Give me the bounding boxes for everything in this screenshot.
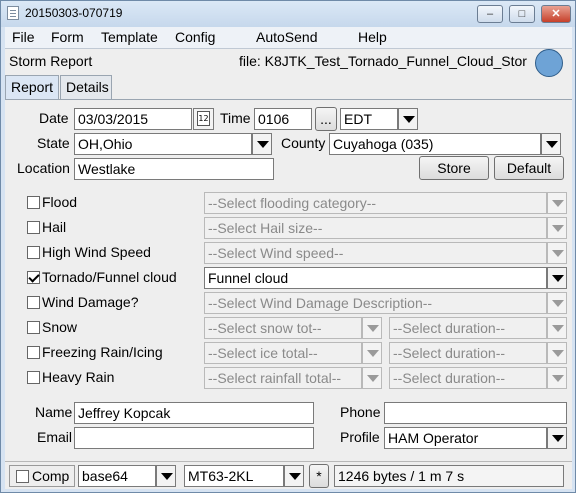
- heavy-rain-checkbox[interactable]: [27, 371, 40, 384]
- flood-checkbox[interactable]: [27, 196, 40, 209]
- app-window: 20150303-070719 – □ ✕ File Form Template…: [0, 0, 576, 493]
- rainfall-total-dropdown-arrow[interactable]: [362, 367, 382, 389]
- heavy-rain-label: Heavy Rain: [42, 369, 115, 385]
- tornado-type-select[interactable]: Funnel cloud: [204, 267, 547, 289]
- maximize-button[interactable]: □: [509, 5, 535, 23]
- menu-template[interactable]: Template: [101, 29, 158, 45]
- encoding-dropdown-arrow[interactable]: [156, 465, 176, 487]
- close-button[interactable]: ✕: [541, 5, 571, 23]
- flood-label: Flood: [42, 194, 78, 210]
- time-picker-button[interactable]: ...: [315, 107, 337, 131]
- flood-dropdown-arrow[interactable]: [547, 192, 567, 214]
- wind-damage-checkbox[interactable]: [27, 296, 40, 309]
- snow-total-select[interactable]: --Select snow tot--: [204, 317, 362, 339]
- email-field[interactable]: [74, 427, 314, 449]
- state-select[interactable]: OH,Ohio: [74, 133, 252, 155]
- menu-config[interactable]: Config: [175, 29, 215, 45]
- snow-duration-select[interactable]: --Select duration--: [389, 317, 547, 339]
- flood-category-select[interactable]: --Select flooding category--: [204, 192, 547, 214]
- file-name-label: file: K8JTK_Test_Tornado_Funnel_Cloud_St…: [239, 53, 527, 69]
- high-wind-checkbox[interactable]: [27, 246, 40, 259]
- calendar-icon: 12: [197, 111, 210, 126]
- hail-checkbox[interactable]: [27, 221, 40, 234]
- profile-select[interactable]: HAM Operator: [384, 427, 547, 449]
- profile-dropdown-arrow[interactable]: [547, 427, 567, 449]
- minimize-button[interactable]: –: [477, 5, 503, 23]
- ice-duration-dropdown-arrow[interactable]: [547, 342, 567, 364]
- location-field[interactable]: Westlake: [74, 158, 274, 180]
- wind-speed-dropdown-arrow[interactable]: [547, 242, 567, 264]
- timezone-dropdown-arrow[interactable]: [398, 108, 418, 130]
- wind-damage-dropdown-arrow[interactable]: [547, 292, 567, 314]
- hail-label: Hail: [42, 219, 67, 235]
- tornado-checkbox[interactable]: [27, 271, 40, 284]
- name-field[interactable]: Jeffrey Kopcak: [74, 402, 314, 424]
- state-dropdown-arrow[interactable]: [252, 133, 272, 155]
- encoding-select[interactable]: base64: [78, 465, 156, 487]
- tab-divider: [5, 99, 572, 100]
- default-button[interactable]: Default: [494, 156, 564, 180]
- menu-autosend[interactable]: AutoSend: [256, 29, 318, 45]
- tab-report[interactable]: Report: [5, 75, 59, 99]
- location-label: Location: [17, 160, 70, 176]
- tornado-label: Tornado/Funnel cloud: [42, 269, 177, 285]
- comp-checkbox[interactable]: [16, 470, 29, 483]
- date-field[interactable]: 03/03/2015: [74, 108, 192, 130]
- rain-duration-dropdown-arrow[interactable]: [547, 367, 567, 389]
- high-wind-label: High Wind Speed: [42, 244, 151, 260]
- phone-label: Phone: [340, 404, 381, 420]
- email-label: Email: [37, 429, 73, 445]
- document-icon: [7, 6, 19, 20]
- state-label: State: [37, 135, 70, 151]
- wind-damage-select[interactable]: --Select Wind Damage Description--: [204, 292, 547, 314]
- size-info: 1246 bytes / 1 m 7 s: [334, 465, 564, 487]
- title-bar: 20150303-070719 – □ ✕: [1, 1, 575, 27]
- phone-field[interactable]: [384, 402, 567, 424]
- date-label: Date: [39, 110, 69, 126]
- profile-label: Profile: [340, 429, 380, 445]
- timezone-select[interactable]: EDT: [340, 108, 398, 130]
- time-label: Time: [220, 110, 251, 126]
- main-panel: Storm Report file: K8JTK_Test_Tornado_Fu…: [5, 49, 572, 489]
- ice-duration-select[interactable]: --Select duration--: [389, 342, 547, 364]
- menu-help[interactable]: Help: [358, 29, 387, 45]
- rainfall-total-select[interactable]: --Select rainfall total--: [204, 367, 362, 389]
- star-button[interactable]: *: [309, 464, 329, 488]
- ice-total-select[interactable]: --Select ice total--: [204, 342, 362, 364]
- snow-duration-dropdown-arrow[interactable]: [547, 317, 567, 339]
- comp-label: Comp: [32, 468, 70, 484]
- mode-select[interactable]: MT63-2KL: [184, 465, 284, 487]
- menu-bar: File Form Template Config AutoSend Help: [5, 27, 572, 49]
- calendar-button[interactable]: 12: [193, 108, 214, 130]
- ice-total-dropdown-arrow[interactable]: [362, 342, 382, 364]
- hail-size-select[interactable]: --Select Hail size--: [204, 217, 547, 239]
- snow-checkbox[interactable]: [27, 321, 40, 334]
- county-label: County: [281, 135, 326, 151]
- county-select[interactable]: Cuyahoga (035): [329, 133, 541, 155]
- wind-damage-label: Wind Damage?: [42, 294, 139, 310]
- menu-form[interactable]: Form: [51, 29, 84, 45]
- freezing-rain-checkbox[interactable]: [27, 346, 40, 359]
- store-button[interactable]: Store: [419, 156, 489, 180]
- tab-details[interactable]: Details: [60, 75, 112, 99]
- tornado-dropdown-arrow[interactable]: [547, 267, 567, 289]
- status-bar: Comp base64 MT63-2KL * 1246 bytes / 1 m …: [5, 461, 572, 489]
- report-title: Storm Report: [9, 53, 93, 69]
- freezing-rain-label: Freezing Rain/Icing: [42, 344, 163, 360]
- wind-speed-select[interactable]: --Select Wind speed--: [204, 242, 547, 264]
- menu-file[interactable]: File: [12, 29, 35, 45]
- rain-duration-select[interactable]: --Select duration--: [389, 367, 547, 389]
- time-field[interactable]: 0106: [254, 108, 312, 130]
- status-indicator-icon[interactable]: [535, 49, 563, 77]
- mode-dropdown-arrow[interactable]: [284, 465, 304, 487]
- snow-label: Snow: [42, 319, 78, 335]
- county-dropdown-arrow[interactable]: [541, 133, 561, 155]
- name-label: Name: [35, 404, 73, 420]
- snow-total-dropdown-arrow[interactable]: [362, 317, 382, 339]
- hail-dropdown-arrow[interactable]: [547, 217, 567, 239]
- window-title: 20150303-070719: [25, 6, 123, 20]
